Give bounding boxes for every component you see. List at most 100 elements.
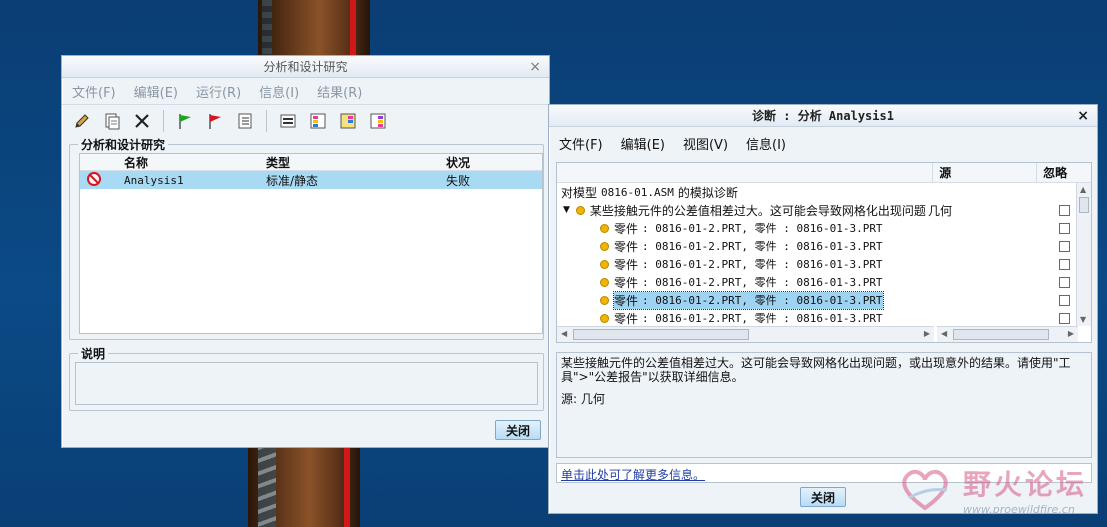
part-label: 零件 bbox=[614, 257, 639, 272]
part-text: : 0816-01-2.PRT, 零件 : 0816-01-3.PRT bbox=[642, 240, 883, 253]
root-model: 0816-01.ASM bbox=[601, 185, 674, 199]
table-header: 名称 类型 状况 bbox=[80, 154, 542, 171]
vertical-scrollbar[interactable]: ▲ ▼ bbox=[1076, 183, 1091, 326]
menu-edit[interactable]: 编辑(E) bbox=[621, 134, 665, 153]
tree-part-line[interactable]: 零件 : 0816-01-2.PRT, 零件 : 0816-01-3.PRT bbox=[557, 273, 1077, 291]
issue-source: 几何 bbox=[927, 203, 952, 218]
failed-status-icon bbox=[80, 171, 120, 190]
window-title: 分析和设计研究 bbox=[263, 60, 348, 74]
menu-bar: 文件(F) 编辑(E) 视图(V) 信息(I) bbox=[549, 127, 1097, 159]
menu-view[interactable]: 视图(V) bbox=[683, 134, 728, 153]
window-titlebar[interactable]: 诊断 : 分析 Analysis1 × bbox=[549, 105, 1097, 127]
scroll-thumb[interactable] bbox=[953, 329, 1049, 340]
header-icon-column bbox=[80, 154, 120, 170]
report-icon[interactable] bbox=[276, 109, 300, 133]
list-icon[interactable] bbox=[233, 109, 257, 133]
scroll-left-arrow-icon[interactable]: ◀ bbox=[561, 329, 567, 338]
menu-results[interactable]: 结果(R) bbox=[317, 82, 362, 101]
menu-info[interactable]: 信息(I) bbox=[259, 82, 299, 101]
purple-results-icon[interactable] bbox=[366, 109, 390, 133]
close-button[interactable]: 关闭 bbox=[800, 487, 846, 507]
tree-part-line[interactable]: 零件 : 0816-01-2.PRT, 零件 : 0816-01-3.PRT bbox=[557, 237, 1077, 255]
window-title: 诊断 : 分析 Analysis1 bbox=[752, 109, 894, 123]
header-source[interactable]: 源 bbox=[933, 163, 1038, 182]
selected-item[interactable]: 零件 : 0816-01-2.PRT, 零件 : 0816-01-3.PRT bbox=[613, 290, 884, 310]
tree-part-line-selected[interactable]: 零件 : 0816-01-2.PRT, 零件 : 0816-01-3.PRT bbox=[557, 290, 1077, 310]
menu-edit[interactable]: 编辑(E) bbox=[134, 82, 178, 101]
warning-dot-icon bbox=[600, 313, 609, 323]
scroll-right-arrow-icon[interactable]: ▶ bbox=[924, 329, 930, 338]
header-name[interactable]: 名称 bbox=[120, 154, 262, 170]
menu-bar: 文件(F) 编辑(E) 运行(R) 信息(I) 结果(R) bbox=[62, 78, 549, 104]
part-text: : 0816-01-2.PRT, 零件 : 0816-01-3.PRT bbox=[642, 293, 883, 307]
green-flag-icon[interactable] bbox=[173, 109, 197, 133]
horizontal-scrollbar-left[interactable]: ◀ ▶ bbox=[557, 326, 934, 342]
toolbar-separator bbox=[163, 109, 164, 132]
tree-part-line[interactable]: 零件 : 0816-01-2.PRT, 零件 : 0816-01-3.PRT bbox=[557, 309, 1077, 327]
header-message[interactable] bbox=[557, 163, 934, 182]
menu-info[interactable]: 信息(I) bbox=[746, 134, 786, 153]
scroll-thumb[interactable] bbox=[573, 329, 749, 340]
scroll-thumb[interactable] bbox=[1079, 197, 1089, 213]
ignore-checkbox[interactable] bbox=[1059, 222, 1070, 234]
close-icon[interactable]: × bbox=[1077, 108, 1089, 124]
tree-issue[interactable]: ▼ 某些接触元件的公差值相差过大。这可能会导致网格化出现问题 几何 bbox=[557, 201, 1077, 219]
new-document-icon[interactable] bbox=[100, 109, 124, 133]
close-button[interactable]: 关闭 bbox=[495, 420, 541, 440]
header-type[interactable]: 类型 bbox=[262, 154, 442, 170]
tree-root[interactable]: 对模型 0816-01.ASM 的模拟诊断 bbox=[557, 183, 1077, 201]
toolbar-separator bbox=[266, 109, 267, 132]
part-label: 零件 bbox=[614, 239, 639, 254]
table-row[interactable]: Analysis1 标准/静态 失败 bbox=[80, 171, 542, 189]
scroll-left-arrow-icon[interactable]: ◀ bbox=[941, 329, 947, 338]
root-suffix: 的模拟诊断 bbox=[677, 185, 738, 200]
part-text: : 0816-01-2.PRT, 零件 : 0816-01-3.PRT bbox=[642, 276, 883, 289]
part-text: : 0816-01-2.PRT, 零件 : 0816-01-3.PRT bbox=[642, 222, 883, 235]
color-results-icon[interactable] bbox=[306, 109, 330, 133]
watermark-url: www.proewildfire.cn bbox=[963, 502, 1075, 516]
description-textarea[interactable] bbox=[75, 362, 538, 405]
ignore-checkbox[interactable] bbox=[1059, 204, 1070, 216]
more-info-link[interactable]: 单击此处可了解更多信息。 bbox=[561, 468, 705, 482]
yellow-results-icon[interactable] bbox=[336, 109, 360, 133]
description-group: 说明 bbox=[69, 345, 544, 411]
diagnostics-window: 诊断 : 分析 Analysis1 × 文件(F) 编辑(E) 视图(V) 信息… bbox=[548, 104, 1098, 514]
ignore-checkbox[interactable] bbox=[1059, 276, 1070, 288]
ignore-checkbox[interactable] bbox=[1059, 240, 1070, 252]
part-label: 零件 bbox=[614, 221, 639, 236]
ignore-checkbox[interactable] bbox=[1059, 312, 1070, 324]
header-status[interactable]: 状况 bbox=[442, 154, 538, 170]
forum-watermark: 野火论坛 www.proewildfire.cn bbox=[895, 458, 1095, 520]
close-icon[interactable]: × bbox=[529, 59, 541, 75]
scroll-right-arrow-icon[interactable]: ▶ bbox=[1068, 329, 1074, 338]
menu-file[interactable]: 文件(F) bbox=[559, 134, 603, 153]
tree-body: 对模型 0816-01.ASM 的模拟诊断 ▼ 某些接触元件的公差值相差过大。这… bbox=[557, 183, 1077, 327]
part-label: 零件 bbox=[614, 311, 639, 326]
tree-part-line[interactable]: 零件 : 0816-01-2.PRT, 零件 : 0816-01-3.PRT bbox=[557, 255, 1077, 273]
background-beam-bottom bbox=[248, 446, 360, 527]
ignore-checkbox[interactable] bbox=[1059, 294, 1070, 306]
window-titlebar[interactable]: 分析和设计研究 × bbox=[62, 56, 549, 78]
warning-dot-icon bbox=[600, 295, 609, 305]
ignore-checkbox[interactable] bbox=[1059, 258, 1070, 270]
delete-x-icon[interactable] bbox=[130, 109, 154, 133]
horizontal-scrollbar-right[interactable]: ◀ ▶ bbox=[937, 326, 1078, 342]
warning-dot-icon bbox=[600, 223, 609, 233]
background-beam-top bbox=[258, 0, 370, 60]
row-status: 失败 bbox=[446, 173, 471, 188]
menu-run[interactable]: 运行(R) bbox=[196, 82, 241, 101]
expand-triangle-icon[interactable]: ▼ bbox=[563, 205, 570, 215]
issue-text: 某些接触元件的公差值相差过大。这可能会导致网格化出现问题 bbox=[589, 203, 926, 218]
toolbar bbox=[62, 104, 549, 136]
scroll-down-arrow-icon[interactable]: ▼ bbox=[1080, 315, 1086, 324]
description-group-label: 说明 bbox=[78, 345, 109, 362]
warning-dot-icon bbox=[600, 259, 609, 269]
menu-file[interactable]: 文件(F) bbox=[72, 82, 116, 101]
red-flag-icon[interactable] bbox=[203, 109, 227, 133]
scroll-up-arrow-icon[interactable]: ▲ bbox=[1080, 185, 1086, 194]
pencil-icon[interactable] bbox=[70, 109, 94, 133]
part-text: : 0816-01-2.PRT, 零件 : 0816-01-3.PRT bbox=[642, 312, 883, 325]
tree-part-line[interactable]: 零件 : 0816-01-2.PRT, 零件 : 0816-01-3.PRT bbox=[557, 219, 1077, 237]
row-name: Analysis1 bbox=[124, 173, 184, 187]
header-ignore[interactable]: 忽略 bbox=[1037, 163, 1091, 182]
